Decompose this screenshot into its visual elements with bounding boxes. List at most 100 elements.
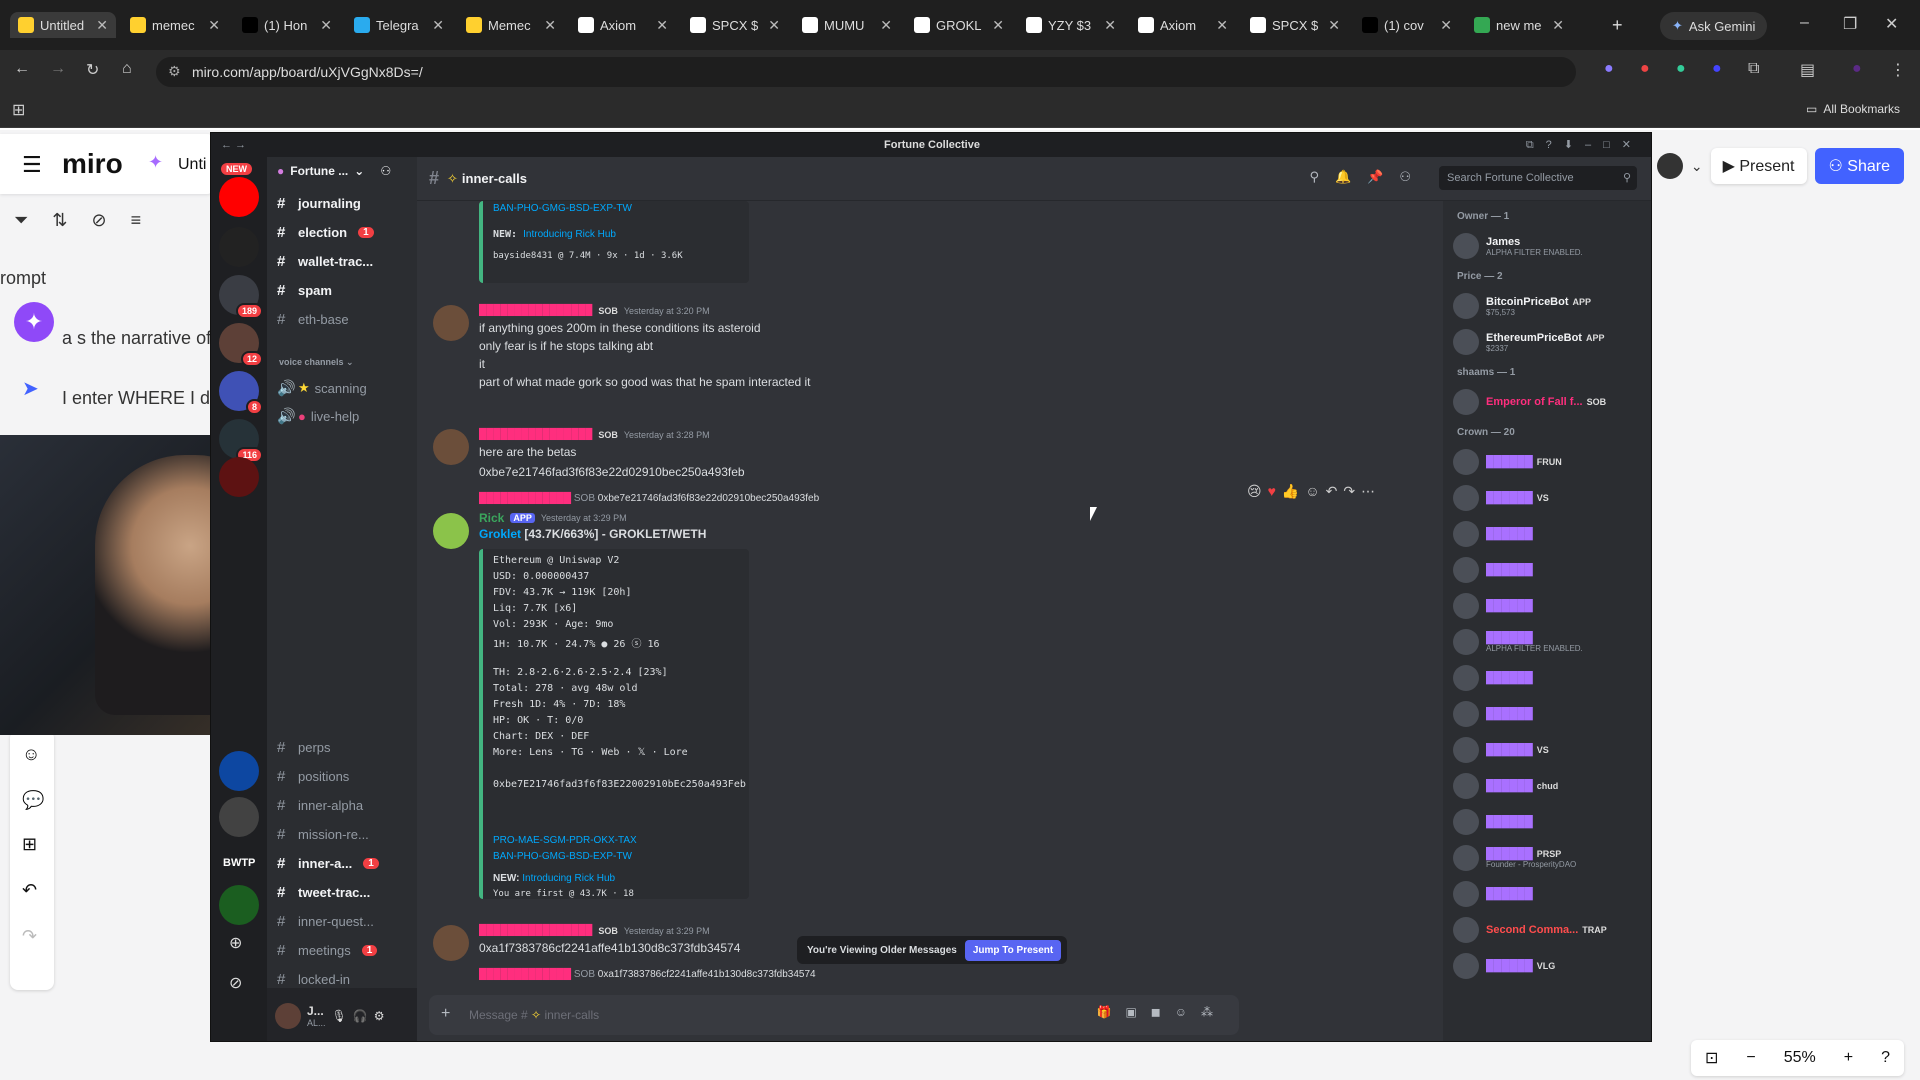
member-item[interactable]: ██████: [1453, 591, 1643, 621]
extension-icon[interactable]: ●: [1712, 60, 1722, 78]
member-item[interactable]: ██████ ALPHA FILTER ENABLED.: [1453, 627, 1643, 657]
more-icon[interactable]: ⋯: [1361, 483, 1375, 500]
home-icon[interactable]: ⌂: [122, 60, 132, 78]
server-icon[interactable]: 12: [219, 323, 263, 367]
channel-item[interactable]: # locked-in: [277, 971, 350, 988]
forward-icon[interactable]: →: [50, 60, 66, 78]
close-tab-icon[interactable]: ✕: [1552, 17, 1564, 34]
browser-tab[interactable]: Axiom ✕: [570, 12, 676, 38]
channel-item[interactable]: # perps: [277, 739, 331, 756]
close-tab-icon[interactable]: ✕: [208, 17, 220, 34]
server-icon[interactable]: [219, 885, 259, 925]
browser-tab[interactable]: Untitled ✕: [10, 12, 116, 38]
member-item[interactable]: ██████: [1453, 699, 1643, 729]
close-tab-icon[interactable]: ✕: [768, 17, 780, 34]
voice-channel[interactable]: 🔊 ★ scanning: [277, 379, 367, 397]
member-item[interactable]: Emperor of Fall f... SOB: [1453, 387, 1643, 417]
member-item[interactable]: ██████ PRSP Founder - ProsperityDAO: [1453, 843, 1643, 873]
close-tab-icon[interactable]: ✕: [656, 17, 668, 34]
server-icon[interactable]: [219, 751, 259, 791]
channel-item[interactable]: # inner-quest...: [277, 913, 374, 930]
browser-tab[interactable]: Memec ✕: [458, 12, 564, 38]
miro-enter-text[interactable]: I enter WHERE I di: [62, 388, 214, 409]
miro-menu-icon[interactable]: ☰: [22, 152, 42, 178]
attach-plus-icon[interactable]: +: [441, 1005, 450, 1023]
member-item[interactable]: ██████ FRUN: [1453, 447, 1643, 477]
comment-icon[interactable]: 💬: [22, 790, 44, 811]
channel-item[interactable]: # eth-base: [277, 311, 349, 328]
heart-emoji-icon[interactable]: ♥: [1268, 483, 1276, 500]
server-icon[interactable]: 8: [219, 371, 263, 415]
server-icon[interactable]: 189: [219, 275, 263, 319]
member-item[interactable]: ██████: [1453, 807, 1643, 837]
discover-icon[interactable]: ⊘: [229, 973, 242, 993]
close-tab-icon[interactable]: ✕: [992, 17, 1004, 34]
close-tab-icon[interactable]: ✕: [320, 17, 332, 34]
member-item[interactable]: ██████ VS: [1453, 483, 1643, 513]
youtube-server-icon[interactable]: [219, 177, 259, 217]
zoom-in-icon[interactable]: +: [1844, 1049, 1853, 1067]
microphone-icon[interactable]: 🎙: [332, 1009, 347, 1023]
channel-item[interactable]: # spam: [277, 282, 332, 299]
board-name[interactable]: Unti: [178, 156, 206, 174]
server-icon[interactable]: 116: [219, 419, 263, 463]
user-avatar[interactable]: [433, 925, 469, 961]
channel-item[interactable]: # positions: [277, 768, 349, 785]
search-input[interactable]: Search Fortune Collective ⚲: [1439, 166, 1637, 190]
server-header[interactable]: ● Fortune ... ⌄ ⚇: [267, 157, 417, 185]
magic-icon[interactable]: ✦: [148, 152, 163, 173]
reply-preview[interactable]: █████████████ SOB 0xbe7e21746fad3f6f83e2…: [479, 493, 819, 504]
member-item[interactable]: ██████: [1453, 519, 1643, 549]
close-tab-icon[interactable]: ✕: [1328, 17, 1340, 34]
member-item[interactable]: EthereumPriceBot APP $2337: [1453, 327, 1643, 357]
token-link[interactable]: Groklet: [479, 527, 521, 541]
share-button[interactable]: ⚇ Share: [1814, 148, 1904, 184]
help-icon[interactable]: ?: [1881, 1049, 1890, 1067]
embed-link[interactable]: Introducing Rick Hub: [523, 229, 616, 240]
restore-icon[interactable]: ❐: [1843, 14, 1857, 34]
jump-to-present-button[interactable]: Jump To Present: [964, 939, 1062, 961]
browser-tab[interactable]: GROKL ✕: [906, 12, 1012, 38]
chevron-down-icon[interactable]: ⌄: [1691, 158, 1703, 175]
ai-sparkle-button[interactable]: ✦: [14, 302, 54, 342]
add-server-icon[interactable]: ⊕: [229, 933, 242, 953]
settings-sliders-icon[interactable]: ≡: [131, 210, 142, 231]
all-bookmarks-button[interactable]: ▭ All Bookmarks: [1806, 102, 1900, 116]
settings-gear-icon[interactable]: ⚙: [374, 1009, 385, 1023]
member-item[interactable]: Second Comma... TRAP: [1453, 915, 1643, 945]
channel-item[interactable]: # tweet-trac...: [277, 884, 370, 901]
miro-prompt-text[interactable]: rompt: [0, 268, 46, 289]
composer-actions[interactable]: 🎁▣◼☺⁂: [1097, 1005, 1228, 1019]
emoji-icon[interactable]: ☺: [22, 744, 40, 765]
browser-tab[interactable]: Telegra ✕: [346, 12, 452, 38]
user-avatar[interactable]: [433, 429, 469, 465]
member-item[interactable]: James ALPHA FILTER ENABLED.: [1453, 231, 1643, 261]
browser-tab[interactable]: Axiom ✕: [1130, 12, 1236, 38]
profile-avatar-icon[interactable]: ●: [1852, 60, 1862, 78]
headphones-icon[interactable]: 🎧: [353, 1009, 368, 1023]
server-text-icon[interactable]: BWTP: [223, 857, 255, 869]
user-avatar[interactable]: [433, 305, 469, 341]
channel-item[interactable]: # wallet-trac...: [277, 253, 373, 270]
sort-icon[interactable]: ⇅: [52, 210, 67, 231]
browser-tab[interactable]: YZY $3 ✕: [1018, 12, 1124, 38]
fit-screen-icon[interactable]: ⊡: [1705, 1048, 1718, 1068]
browser-tab[interactable]: SPCX $ ✕: [682, 12, 788, 38]
menu-kebab-icon[interactable]: ⋮: [1890, 60, 1906, 80]
add-reaction-icon[interactable]: ☺: [1305, 483, 1319, 500]
member-item[interactable]: ██████: [1453, 879, 1643, 909]
user-avatar[interactable]: [1656, 153, 1683, 179]
side-panel-icon[interactable]: ▤: [1800, 60, 1815, 80]
back-icon[interactable]: ←: [14, 60, 30, 78]
site-info-icon[interactable]: ⚙: [168, 63, 181, 80]
username-redacted[interactable]: ████████████████: [479, 925, 592, 936]
browser-tab[interactable]: (1) Hon ✕: [234, 12, 340, 38]
channel-item[interactable]: # inner-a... 1: [277, 855, 379, 872]
undo-icon[interactable]: ↶: [22, 880, 37, 901]
ask-gemini-button[interactable]: ✦ Ask Gemini: [1660, 12, 1768, 40]
header-actions[interactable]: ⚲🔔📌⚇: [1309, 169, 1427, 185]
channel-item[interactable]: # meetings 1: [277, 942, 378, 959]
browser-tab[interactable]: new me ✕: [1466, 12, 1572, 38]
embed-link[interactable]: PRO-MAE-SGM-PDR-OKX-TAX: [493, 835, 637, 846]
bot-name[interactable]: Rick: [479, 511, 504, 525]
